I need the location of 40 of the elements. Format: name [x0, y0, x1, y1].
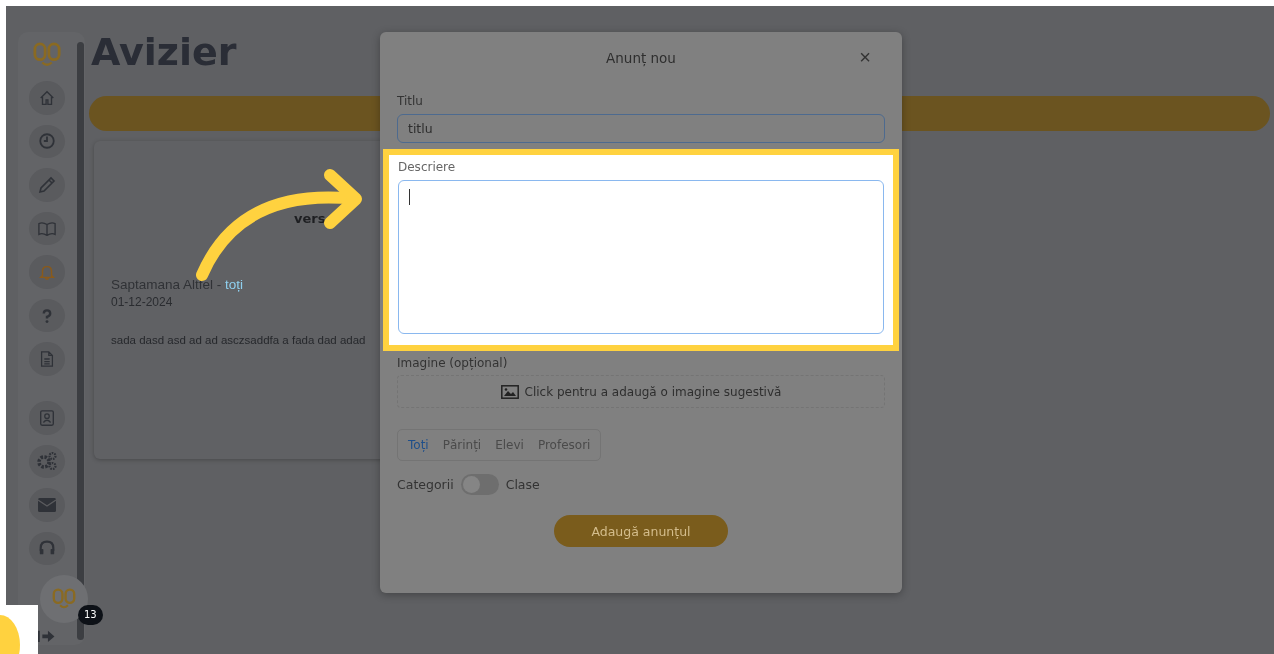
toggle-label: Clase [505, 477, 540, 492]
sidebar-item[interactable] [28, 298, 65, 333]
envelope-icon [36, 496, 57, 513]
announcement-text: sada dasd asd ad ad asczsaddfa a fada dad adad [111, 334, 367, 346]
image-icon [500, 384, 519, 399]
sidebar-item[interactable] [28, 444, 65, 479]
scrollbar[interactable] [77, 42, 84, 640]
logo-icon [52, 588, 76, 610]
sidebar-item[interactable] [28, 342, 65, 377]
modal-title: Anunț nou [606, 50, 676, 66]
logout-icon[interactable] [36, 628, 57, 645]
pencil-icon [36, 175, 57, 195]
sidebar-item[interactable] [28, 488, 65, 522]
title-field[interactable]: titlu [397, 114, 885, 143]
notification-badge: 13 [78, 605, 103, 625]
audience-tab[interactable]: Toți [401, 430, 436, 460]
description-field[interactable] [398, 180, 884, 334]
book-icon [36, 219, 57, 238]
bell-icon [37, 263, 56, 282]
clock-icon [37, 132, 56, 151]
toggle-label: Categorii [397, 477, 454, 492]
sidebar-item[interactable] [28, 531, 65, 566]
sidebar-item[interactable] [28, 400, 65, 435]
sidebar-item[interactable] [28, 81, 65, 115]
close-button[interactable]: × [859, 46, 871, 68]
contact-card-icon [37, 407, 56, 428]
sidebar-item[interactable] [28, 168, 65, 202]
submit-button[interactable]: Adaugă anunțul [554, 515, 728, 547]
upload-prompt: Click pentru a adaugă o imagine sugestivă [524, 384, 782, 399]
sidebar-item[interactable] [28, 211, 65, 246]
sidebar-item[interactable] [28, 124, 65, 159]
field-label: Titlu [397, 94, 424, 108]
gears-icon [35, 451, 58, 472]
field-label: Imagine (opțional) [397, 356, 509, 370]
field-label: Descriere [398, 160, 457, 174]
card-header: vers [294, 211, 326, 226]
home-icon [37, 88, 56, 107]
logo-icon [31, 42, 62, 69]
sidebar-item[interactable] [28, 255, 65, 289]
image-upload-button[interactable]: Click pentru a adaugă o imagine sugestivă [397, 375, 885, 408]
